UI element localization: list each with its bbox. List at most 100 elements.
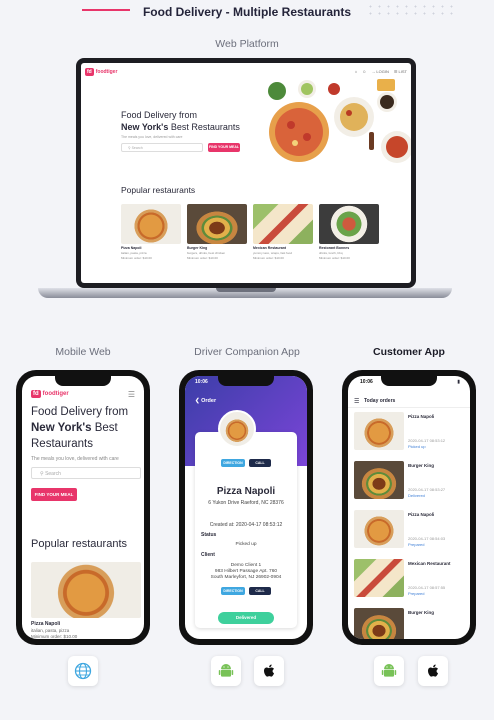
restaurant-min-order: Minimum order: $10.00 [31, 634, 78, 639]
driver-restaurant-name: Pizza Napoli [216, 486, 276, 497]
hero-line-1: Food Delivery from [31, 406, 129, 418]
section-driver-label: Driver Companion App [194, 346, 300, 358]
client-direction-button[interactable]: DIRECTION [221, 587, 245, 595]
order-restaurant: Pizza Napoli [408, 512, 435, 517]
restaurant-card[interactable]: Pizza Napoli italian, pasta, pizza Minim… [121, 204, 181, 260]
globe-icon [68, 656, 98, 686]
mobile-web-phone: fd foodtiger ☰ Food Delivery from New Yo… [16, 370, 150, 645]
driver-screen: 10:06 ❮ Order DIRECTION CALL Pizza Napol… [185, 376, 307, 639]
delivered-button[interactable]: Delivered [218, 612, 274, 624]
mobile-hero-subtitle: The meals you love, delivered with care [31, 456, 119, 462]
web-logo[interactable]: fd foodtiger [85, 68, 117, 76]
hero-strong: New York's [121, 122, 169, 132]
back-arrow-icon[interactable]: ❮ [195, 398, 200, 404]
restaurant-min-order: Minimum order: $10.00 [319, 256, 350, 260]
apple-icon [254, 656, 284, 686]
status-time: 10:06 [360, 379, 373, 385]
restaurant-card[interactable]: Mexican Restaurant yummy taco, wraps, fa… [253, 204, 313, 260]
restaurant-card[interactable]: Burger King burgers, drinks, best chicke… [187, 204, 247, 260]
client-name: Demo Client 1 [230, 563, 262, 568]
web-search-input[interactable]: ⚲ Search [121, 143, 203, 152]
order-photo [354, 461, 404, 499]
restaurant-cuisine: italian, pasta, pizza [121, 251, 147, 255]
restaurant-name: Restorant Bonnes [319, 246, 350, 250]
apple-icon [418, 656, 448, 686]
nav-list-link[interactable]: ☰ LIST [394, 69, 407, 74]
order-item[interactable]: Burger King 2020-04-17 08:53:27 Delivere… [354, 461, 464, 503]
hero-strong: New York's [31, 422, 92, 434]
driver-back-title[interactable]: ❮ Order [195, 398, 216, 404]
customer-phone: 10:06 ▮ ☰ Today orders Pizza Napoli 2020… [342, 370, 476, 645]
hamburger-menu-icon[interactable]: ☰ [128, 390, 135, 399]
section-mobile-label: Mobile Web [55, 346, 111, 358]
restaurant-cuisine: drinks, lunch, bbq [319, 251, 343, 255]
direction-button[interactable]: DIRECTION [221, 459, 245, 467]
logo-text: foodtiger [42, 391, 69, 397]
order-item[interactable]: Pizza Napoli 2020-04-17 08:53:12 Picked … [354, 412, 464, 454]
phone-notch [55, 376, 111, 386]
call-button[interactable]: CALL [249, 459, 271, 467]
restaurant-min-order: Minimum order: $10.00 [121, 256, 152, 260]
restaurant-photo [187, 204, 247, 244]
restaurant-photo [121, 204, 181, 244]
web-hero-subtitle: The meals you love, delivered with care [121, 135, 183, 139]
order-restaurant: Burger King [408, 463, 435, 468]
status-value: Picked up [235, 542, 257, 547]
client-address-line2: South Marleyfort, NJ 26902-0904 [210, 575, 282, 580]
restaurant-min-order: Minimum order: $10.00 [187, 256, 218, 260]
mobile-hero-title: Food Delivery from New York's Best Resta… [31, 404, 141, 452]
order-item[interactable]: Mexican Restaurant 2020-04-17 08:57:55 P… [354, 559, 464, 601]
restaurant-name: Mexican Restaurant [253, 246, 287, 250]
nav-user-icon[interactable]: ☺ [362, 69, 366, 74]
search-placeholder: Search [131, 146, 143, 150]
mobile-popular-heading: Popular restaurants [31, 538, 127, 550]
restaurant-name: Pizza Napoli [31, 621, 61, 627]
order-restaurant: Mexican Restaurant [408, 561, 451, 566]
restaurant-name: Burger King [187, 246, 208, 250]
restaurant-card[interactable]: Restorant Bonnes drinks, lunch, bbq Mini… [319, 204, 379, 260]
nav-home-icon[interactable]: ⌂ [355, 69, 357, 74]
driver-title: Order [201, 398, 217, 404]
restaurant-min-order: Minimum order: $10.00 [253, 256, 284, 260]
nav-login-link[interactable]: → LOGIN [371, 69, 389, 74]
order-status: Prepared [408, 591, 425, 596]
driver-restaurant-address: 6 Yukon Drive Raeford, NC 28376 [208, 500, 284, 506]
order-item[interactable]: Burger King [354, 608, 464, 639]
order-status: Picked up [408, 444, 426, 449]
android-icon [211, 656, 241, 686]
laptop-frame: fd foodtiger ⌂ ☺ → LOGIN ☰ LIST Food Del… [76, 58, 416, 288]
order-card [195, 432, 297, 628]
laptop-notch [216, 288, 276, 292]
order-photo [354, 412, 404, 450]
order-created-at: Created at: 2020-04-17 08:53:12 [209, 522, 283, 528]
client-call-button[interactable]: CALL [249, 587, 271, 595]
search-icon: ⚲ [128, 146, 131, 150]
restaurant-photo[interactable] [31, 562, 141, 618]
order-restaurant: Pizza Napoli [408, 414, 435, 419]
section-customer-label: Customer App [373, 346, 445, 358]
title-bar: Food Delivery - Multiple Restaurants [0, 0, 494, 24]
web-hero-title: Food Delivery from New York's Best Resta… [121, 109, 240, 133]
order-date: 2020-04-17 08:54:03 [408, 536, 446, 541]
menu-icon[interactable]: ☰ [354, 398, 359, 405]
phone-notch [218, 376, 274, 386]
order-date: 2020-04-17 08:57:55 [408, 585, 446, 590]
section-web-label: Web Platform [215, 38, 279, 50]
mobile-search-input[interactable]: ⚲ Search [31, 467, 141, 479]
battery-icon: ▮ [457, 379, 460, 385]
mobile-logo[interactable]: fd foodtiger [31, 390, 69, 398]
restaurant-photo [253, 204, 313, 244]
decorative-dots [366, 3, 456, 19]
logo-text: foodtiger [95, 69, 118, 75]
web-find-meal-button[interactable]: FIND YOUR MEAL [208, 143, 240, 152]
logo-mark: fd [31, 390, 41, 398]
hero-line-2: Best [94, 422, 118, 434]
mobile-screen: fd foodtiger ☰ Food Delivery from New Yo… [22, 376, 144, 639]
mobile-find-meal-button[interactable]: FIND YOUR MEAL [31, 488, 77, 501]
order-item[interactable]: Pizza Napoli 2020-04-17 08:54:03 Prepare… [354, 510, 464, 552]
restaurant-photo [319, 204, 379, 244]
hero-line-2: Best Restaurants [170, 122, 240, 132]
android-icon [374, 656, 404, 686]
client-address-line1: 983 Hilbert Passage Apt. 760 [214, 569, 278, 574]
customer-title: Today orders [364, 398, 396, 404]
